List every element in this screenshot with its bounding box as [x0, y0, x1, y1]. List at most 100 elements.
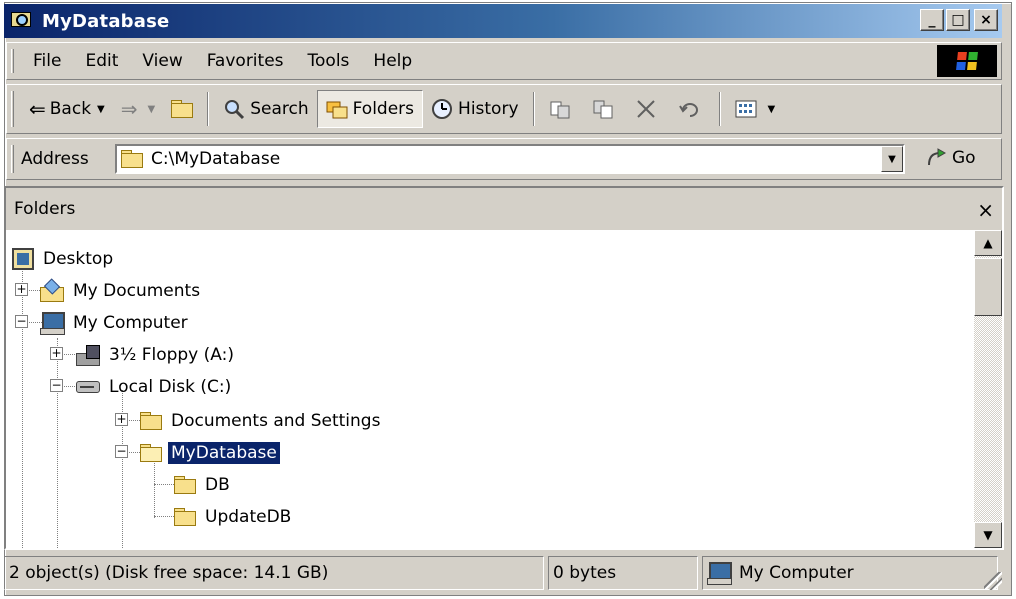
menu-edit[interactable]: Edit [73, 51, 130, 71]
close-button[interactable]: × [974, 9, 998, 31]
search-icon [223, 98, 245, 120]
my-documents-icon [40, 281, 64, 302]
scroll-down-button[interactable]: ▼ [974, 522, 1002, 548]
toolbar-grip[interactable] [11, 91, 14, 127]
tree-item-label: UpdateDB [205, 507, 292, 527]
menu-favorites[interactable]: Favorites [195, 51, 296, 71]
menu-bar: File Edit View Favorites Tools Help [6, 42, 1002, 80]
toolbar-separator [718, 92, 721, 126]
address-bar-grip[interactable] [11, 145, 14, 173]
folder-tree: + − + − + − Desktop My Documents My Comp… [6, 230, 974, 548]
views-button[interactable]: ▼ [727, 90, 784, 128]
status-size: 0 bytes [548, 556, 698, 590]
tree-connector [154, 516, 174, 517]
tree-item-desktop[interactable]: Desktop [12, 244, 116, 274]
folders-button[interactable]: Folders [316, 90, 424, 128]
expand-floppy-button[interactable]: + [50, 347, 63, 360]
expand-documents-and-settings-button[interactable]: + [115, 413, 128, 426]
toolbar-separator [207, 92, 210, 126]
menu-bar-grip[interactable] [11, 49, 14, 73]
tree-item-floppy[interactable]: 3½ Floppy (A:) [76, 340, 237, 370]
tree-item-local-disk[interactable]: Local Disk (C:) [76, 372, 234, 402]
up-folder-icon [171, 100, 194, 118]
tree-item-label: DB [205, 475, 230, 495]
menu-help[interactable]: Help [361, 51, 424, 71]
go-button[interactable]: Go [925, 147, 976, 169]
forward-dropdown-icon[interactable]: ▼ [148, 104, 156, 115]
tree-item-label: Documents and Settings [171, 411, 381, 431]
address-value[interactable]: C:\MyDatabase [151, 149, 280, 169]
tree-item-db[interactable]: DB [174, 470, 233, 500]
folder-icon [140, 412, 162, 430]
tree-item-documents-and-settings[interactable]: Documents and Settings [140, 406, 383, 436]
address-label: Address [21, 149, 89, 169]
scroll-up-button[interactable]: ▲ [974, 230, 1002, 256]
menu-tools[interactable]: Tools [296, 51, 362, 71]
up-button[interactable] [163, 90, 201, 128]
views-icon [735, 98, 757, 120]
views-dropdown-icon[interactable]: ▼ [768, 104, 776, 115]
standard-toolbar: ⇐ Back ▼ ⇒ ▼ Search Folders History ▼ [6, 84, 1002, 134]
windows-logo-icon [937, 45, 997, 77]
tree-item-mydatabase[interactable]: MyDatabase [140, 438, 280, 468]
resize-grip[interactable] [984, 572, 1002, 590]
expand-my-documents-button[interactable]: + [15, 283, 28, 296]
floppy-icon [76, 345, 100, 366]
search-button[interactable]: Search [215, 90, 316, 128]
forward-button[interactable]: ⇒ ▼ [113, 90, 163, 128]
search-label: Search [250, 99, 309, 119]
my-computer-icon [707, 562, 732, 585]
title-bar[interactable]: MyDatabase _ □ × [4, 4, 1002, 38]
undo-button[interactable] [670, 90, 713, 128]
tree-connector [22, 324, 23, 548]
toolbar-separator [532, 92, 535, 126]
folders-pane-close-button[interactable]: × [977, 198, 994, 222]
copy-to-button[interactable] [584, 90, 627, 128]
my-computer-icon [40, 312, 65, 335]
back-label: Back [49, 99, 92, 119]
explorer-icon [10, 10, 34, 32]
back-dropdown-icon[interactable]: ▼ [97, 104, 105, 115]
collapse-mydatabase-button[interactable]: − [115, 445, 128, 458]
tree-item-label: My Documents [73, 281, 201, 301]
folder-icon [174, 508, 196, 526]
address-bar: Address C:\MyDatabase ▼ Go [6, 138, 1002, 180]
collapse-my-computer-button[interactable]: − [15, 315, 28, 328]
folder-icon [174, 476, 196, 494]
address-input[interactable]: C:\MyDatabase ▼ [115, 144, 905, 174]
go-label: Go [952, 148, 976, 168]
tree-item-my-documents[interactable]: My Documents [40, 276, 203, 306]
copy-to-icon [592, 98, 614, 120]
tree-item-label: 3½ Floppy (A:) [109, 345, 234, 365]
menu-file[interactable]: File [21, 51, 73, 71]
tree-item-updatedb[interactable]: UpdateDB [174, 502, 294, 532]
maximize-button[interactable]: □ [946, 9, 970, 31]
folders-pane-header: Folders × [6, 188, 1002, 230]
back-button[interactable]: ⇐ Back ▼ [21, 90, 113, 128]
collapse-local-disk-button[interactable]: − [50, 379, 63, 392]
go-icon [925, 147, 947, 169]
vertical-scrollbar[interactable]: ▲ ▼ [974, 230, 1002, 548]
history-label: History [458, 99, 519, 119]
move-to-icon [549, 98, 571, 120]
menu-view[interactable]: View [130, 51, 194, 71]
status-zone: My Computer [702, 556, 998, 590]
minimize-button[interactable]: _ [920, 9, 944, 31]
folder-icon [140, 444, 162, 462]
delete-button[interactable] [627, 90, 670, 128]
tree-item-my-computer[interactable]: My Computer [40, 308, 191, 338]
history-button[interactable]: History [423, 90, 526, 128]
window-title: MyDatabase [42, 10, 170, 32]
address-dropdown-button[interactable]: ▼ [881, 146, 903, 172]
tree-connector [154, 484, 174, 485]
forward-arrow-icon: ⇒ [120, 97, 138, 121]
folders-icon [326, 98, 348, 120]
status-bar: 2 object(s) (Disk free space: 14.1 GB) 0… [4, 556, 1004, 592]
tree-connector [57, 338, 58, 548]
folder-icon [121, 150, 143, 168]
local-disk-icon [76, 381, 100, 393]
back-arrow-icon: ⇐ [29, 97, 46, 121]
move-to-button[interactable] [541, 90, 584, 128]
scroll-thumb[interactable] [974, 258, 1002, 316]
desktop-icon [12, 248, 34, 270]
